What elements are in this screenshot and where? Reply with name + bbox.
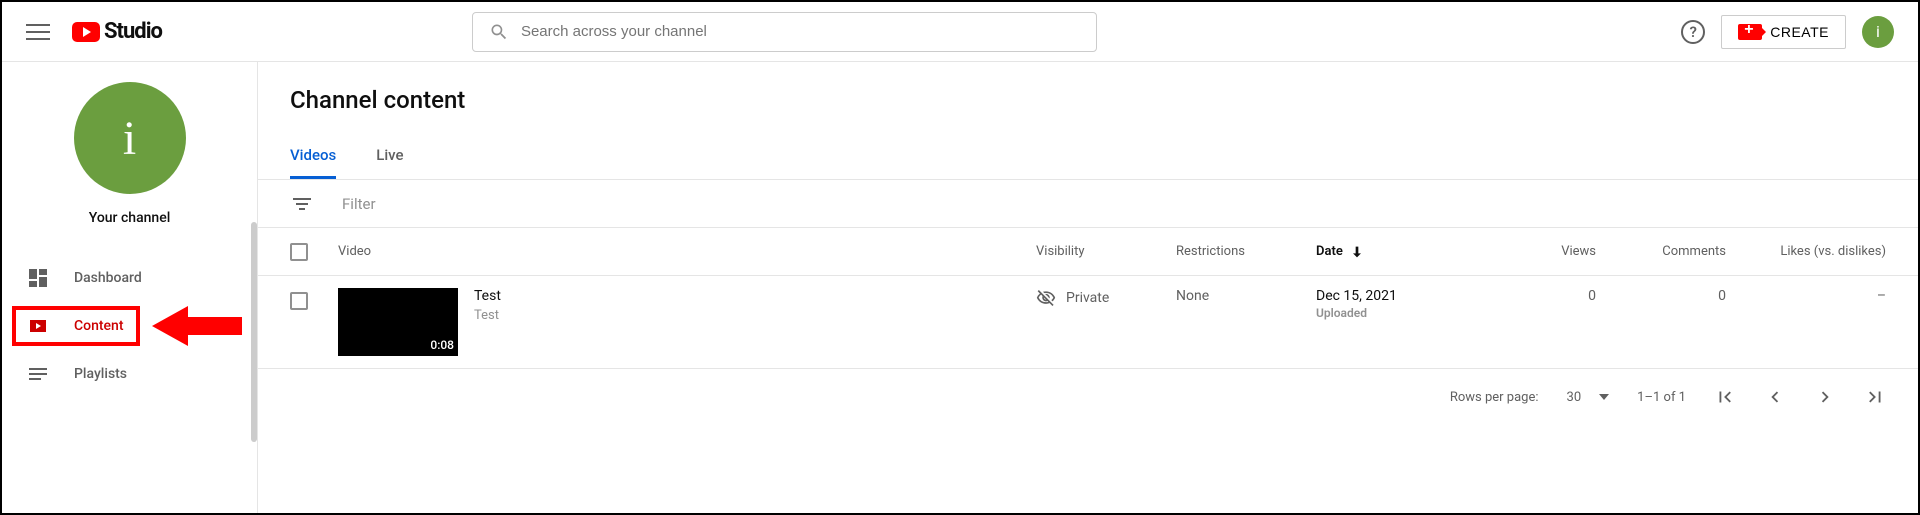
chevron-down-icon (1599, 394, 1609, 400)
studio-logo[interactable]: Studio (72, 19, 162, 44)
content-icon (26, 314, 50, 338)
col-likes[interactable]: Likes (vs. dislikes) (1726, 244, 1886, 259)
search-icon (489, 22, 509, 42)
pagination-range: 1–1 of 1 (1637, 390, 1686, 405)
sidebar-item-dashboard[interactable]: Dashboard (2, 254, 257, 302)
filter-placeholder: Filter (342, 195, 376, 213)
channel-name: Your channel (2, 210, 257, 226)
tab-videos[interactable]: Videos (290, 132, 336, 179)
rows-per-page-label: Rows per page: (1450, 390, 1539, 405)
filter-icon (290, 192, 314, 216)
video-description: Test (474, 308, 501, 323)
account-avatar[interactable]: i (1862, 16, 1894, 48)
content-tabs: Videos Live (258, 132, 1918, 180)
create-button[interactable]: CREATE (1721, 15, 1846, 49)
pagination: Rows per page: 30 1–1 of 1 (258, 369, 1918, 425)
annotation-arrow (152, 306, 242, 346)
sidebar: i Your channel Dashboard Content Playlis… (2, 62, 258, 513)
col-date[interactable]: Date (1316, 244, 1496, 260)
first-page-button[interactable] (1714, 386, 1736, 408)
video-thumbnail[interactable]: 0:08 (338, 288, 458, 356)
logo-text: Studio (104, 19, 162, 44)
sidebar-item-label: Dashboard (74, 270, 142, 286)
views-cell: 0 (1496, 288, 1596, 304)
restrictions-cell: None (1176, 288, 1316, 304)
filter-bar[interactable]: Filter (258, 180, 1918, 228)
col-video[interactable]: Video (338, 244, 1036, 259)
video-title: Test (474, 288, 501, 304)
header: Studio ? CREATE i (2, 2, 1918, 62)
row-checkbox[interactable] (290, 292, 308, 310)
date-value: Dec 15, 2021 (1316, 288, 1397, 304)
page-title: Channel content (290, 86, 1886, 114)
last-page-button[interactable] (1864, 386, 1886, 408)
search-box[interactable] (472, 12, 1097, 52)
sidebar-scrollbar[interactable] (249, 62, 257, 513)
sort-down-icon (1349, 244, 1365, 260)
next-page-button[interactable] (1814, 386, 1836, 408)
playlists-icon (26, 362, 50, 386)
visibility-cell[interactable]: Private (1036, 288, 1176, 308)
menu-icon[interactable] (26, 20, 50, 44)
select-all-checkbox[interactable] (290, 243, 308, 261)
col-views[interactable]: Views (1496, 244, 1596, 259)
tab-live[interactable]: Live (376, 132, 403, 179)
col-visibility[interactable]: Visibility (1036, 244, 1176, 259)
channel-avatar[interactable]: i (74, 82, 186, 194)
search-input[interactable] (521, 23, 1080, 40)
table-row[interactable]: 0:08 Test Test Private None Dec 15, 2021… (258, 276, 1918, 369)
col-comments[interactable]: Comments (1596, 244, 1726, 259)
youtube-icon (72, 22, 100, 42)
dashboard-icon (26, 266, 50, 290)
date-status: Uploaded (1316, 306, 1397, 320)
rows-per-page-select[interactable]: 30 (1567, 390, 1610, 405)
col-restrictions[interactable]: Restrictions (1176, 244, 1316, 259)
create-icon (1738, 24, 1762, 40)
likes-cell: – (1726, 288, 1886, 304)
comments-cell: 0 (1596, 288, 1726, 304)
video-duration: 0:08 (430, 338, 454, 352)
main-content: Channel content Videos Live Filter Video… (258, 62, 1918, 513)
visibility-label: Private (1066, 290, 1109, 306)
table-header: Video Visibility Restrictions Date Views… (258, 228, 1918, 276)
sidebar-item-label: Playlists (74, 366, 127, 382)
prev-page-button[interactable] (1764, 386, 1786, 408)
create-label: CREATE (1770, 24, 1829, 40)
sidebar-item-label: Content (74, 318, 124, 334)
help-icon[interactable]: ? (1681, 20, 1705, 44)
sidebar-item-playlists[interactable]: Playlists (2, 350, 257, 398)
private-icon (1036, 288, 1056, 308)
